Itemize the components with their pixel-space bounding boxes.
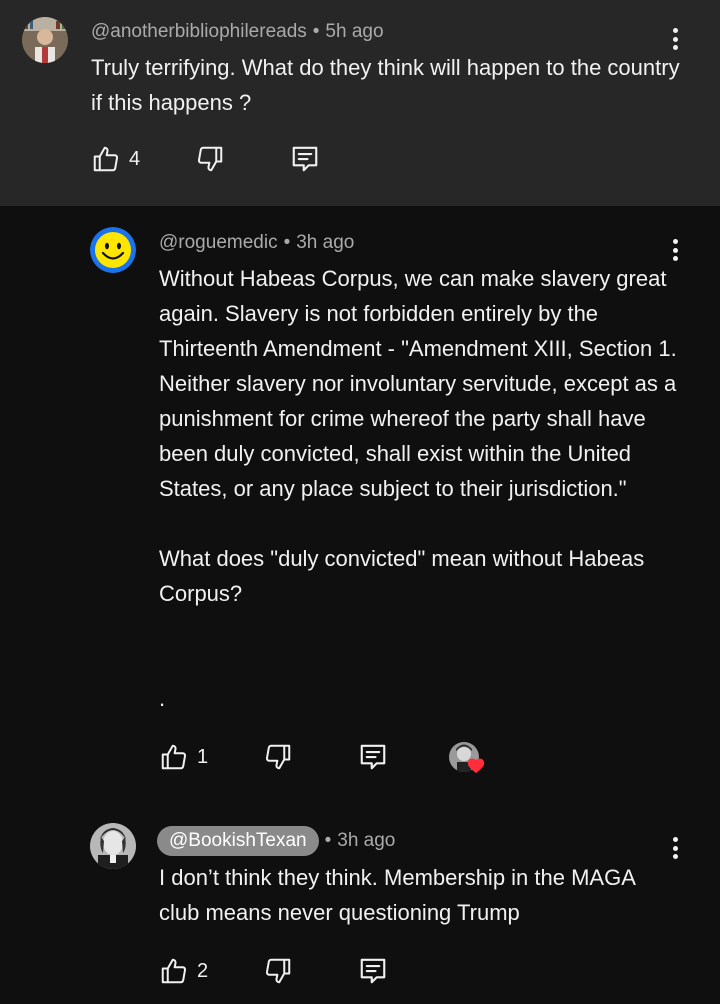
thumb-down-icon: [265, 958, 291, 984]
heart-icon: [467, 758, 485, 774]
avatar[interactable]: [90, 823, 136, 869]
creator-heart: [449, 742, 489, 778]
author-handle[interactable]: @roguemedic: [159, 232, 278, 253]
comment-2: @roguemedic • 3h ago Without Habeas Corpus…: [0, 206, 720, 796]
meta-separator: •: [324, 830, 332, 851]
comment-actions: 2: [159, 956, 459, 988]
thumb-up-icon: [93, 146, 119, 172]
reply-icon: [292, 146, 318, 172]
dislike-button[interactable]: [195, 144, 225, 174]
meta-separator: •: [283, 232, 291, 253]
like-count: 2: [197, 959, 209, 982]
comment-3: @BookishTexan • 3h ago I don’t think they …: [0, 796, 720, 1004]
meta-separator: •: [312, 21, 320, 42]
dislike-button[interactable]: [263, 956, 293, 986]
comment-meta: @anotherbibliophilereads • 5h ago: [91, 20, 384, 44]
author-handle[interactable]: @anotherbibliophilereads: [91, 21, 307, 42]
thumb-up-icon: [161, 744, 187, 770]
comment-text: I don’t think they think. Membership in …: [159, 865, 635, 925]
reply-button[interactable]: [290, 144, 320, 174]
comment-actions: 1: [159, 742, 499, 774]
dislike-button[interactable]: [263, 742, 293, 772]
like-count: 1: [197, 745, 209, 768]
comment-text: Without Habeas Corpus, we can make slave…: [159, 266, 677, 711]
timestamp[interactable]: 3h ago: [337, 830, 395, 851]
thumb-down-icon: [265, 744, 291, 770]
like-button[interactable]: 2: [159, 956, 208, 986]
smiley-avatar[interactable]: [90, 227, 136, 273]
timestamp[interactable]: 3h ago: [296, 232, 354, 253]
comment-meta: @roguemedic • 3h ago: [159, 231, 354, 255]
comment-text: Truly terrifying. What do they think wil…: [91, 55, 680, 115]
author-handle-chip[interactable]: @BookishTexan: [157, 826, 319, 856]
comment-1: @anotherbibliophilereads • 5h ago Truly te…: [0, 0, 720, 206]
like-button[interactable]: 1: [159, 742, 208, 772]
reply-icon: [360, 958, 386, 984]
reply-button[interactable]: [358, 742, 388, 772]
comment-meta: @BookishTexan • 3h ago: [157, 826, 395, 856]
timestamp[interactable]: 5h ago: [325, 21, 383, 42]
thumb-down-icon: [197, 146, 223, 172]
like-count: 4: [129, 147, 141, 170]
avatar[interactable]: [22, 17, 68, 63]
like-button[interactable]: 4: [91, 144, 140, 174]
thumb-up-icon: [161, 958, 187, 984]
reply-icon: [360, 744, 386, 770]
reply-button[interactable]: [358, 956, 388, 986]
comment-actions: 4: [91, 144, 391, 176]
